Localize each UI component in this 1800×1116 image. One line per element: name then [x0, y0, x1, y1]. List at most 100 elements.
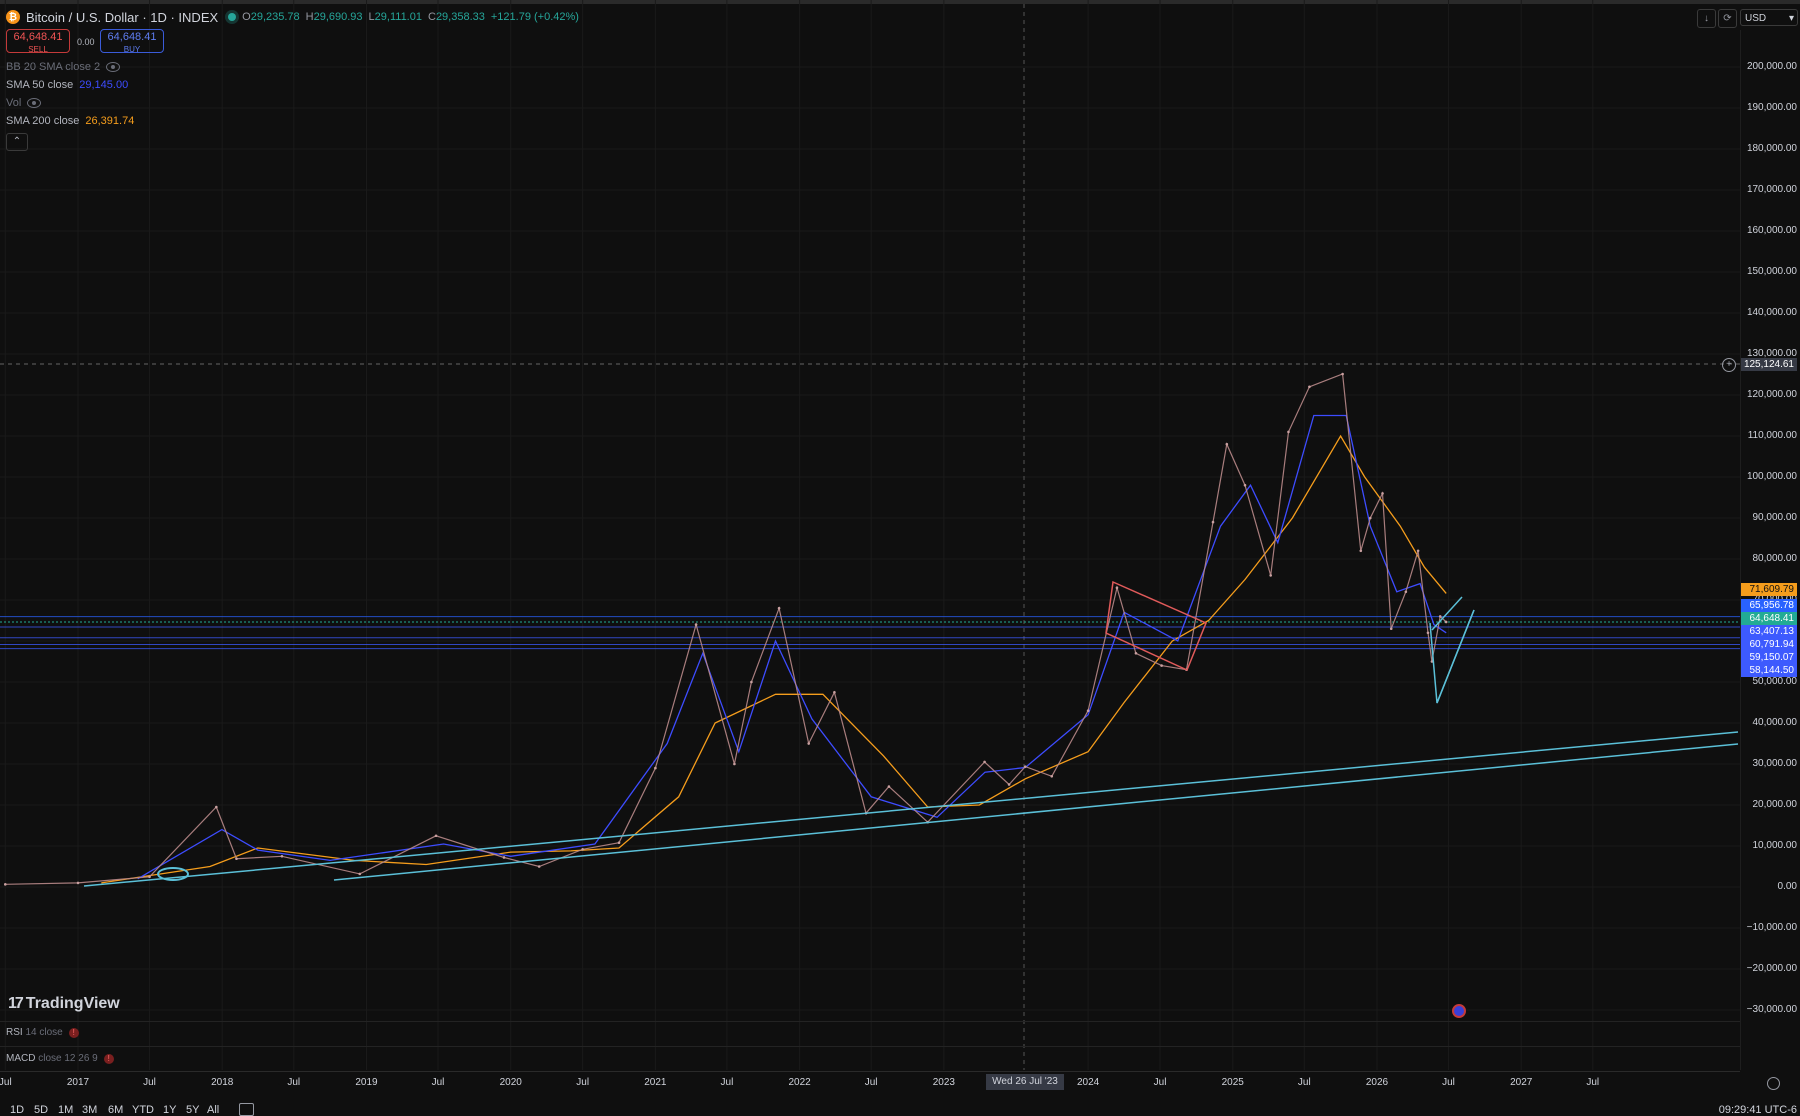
price-point	[358, 872, 362, 876]
refresh-icon[interactable]: ⟳	[1718, 9, 1737, 28]
trendline-upper	[83, 731, 1739, 887]
price-point	[1426, 631, 1430, 635]
logo-text: TradingView	[25, 995, 120, 1012]
crosshair-date-label: Wed 26 Jul '23	[986, 1074, 1064, 1090]
vol-label: Vol	[6, 97, 22, 109]
time-tick-label: Jul	[864, 1077, 878, 1088]
range-button[interactable]: 6M	[108, 1104, 123, 1116]
range-button[interactable]: 1M	[58, 1104, 73, 1116]
sma200-label: SMA 200 close	[6, 115, 80, 127]
range-button[interactable]: YTD	[132, 1104, 154, 1116]
price-point	[537, 865, 541, 868]
market-status-icon	[228, 13, 237, 21]
price-point	[750, 680, 753, 684]
time-tick-label: Jul	[287, 1077, 301, 1088]
time-tick-label: 2020	[499, 1077, 522, 1088]
price-tick-label: 200,000.00	[1746, 61, 1797, 72]
price-point	[1134, 652, 1138, 655]
rsi-pane-legend[interactable]: RSI 14 close !	[6, 1027, 79, 1038]
price-point	[1007, 783, 1011, 786]
price-tick-label: 100,000.00	[1746, 471, 1797, 482]
price-point	[1381, 492, 1384, 495]
eye-hidden-icon[interactable]	[106, 62, 121, 72]
range-button[interactable]: All	[207, 1104, 219, 1116]
price-point	[1225, 442, 1229, 446]
price-tick-label: −30,000.00	[1746, 1004, 1797, 1015]
time-tick-label: 2026	[1365, 1077, 1389, 1088]
price-tick-label: 40,000.00	[1752, 717, 1798, 728]
time-tick-label: Jul	[1297, 1077, 1311, 1088]
price-point	[694, 623, 698, 626]
symbol-title[interactable]: Bitcoin / U.S. Dollar · 1D · INDEX	[26, 10, 218, 25]
range-button[interactable]: 1D	[10, 1104, 24, 1116]
price-point	[1416, 549, 1420, 553]
price-point	[1115, 586, 1119, 589]
price-tick-label: 150,000.00	[1746, 266, 1797, 277]
indicator-sma50[interactable]: SMA 50 close 29,145.00	[6, 79, 128, 91]
price-tick-label: −10,000.00	[1746, 922, 1797, 933]
buy-label: BUY	[123, 45, 141, 54]
price-marker-label: 60,791.94	[1741, 638, 1797, 651]
price-point	[654, 766, 657, 770]
price-tick-label: 140,000.00	[1746, 307, 1797, 318]
pane-separator[interactable]	[0, 1021, 1740, 1022]
range-button[interactable]: 5Y	[186, 1104, 199, 1116]
chart-grid	[0, 0, 1740, 1070]
time-tick-label: 2022	[788, 1077, 811, 1088]
price-line	[5, 373, 1447, 885]
time-tick-label: 2021	[644, 1077, 667, 1088]
price-tick-label: −20,000.00	[1746, 963, 1797, 974]
price-tick-label: 20,000.00	[1752, 799, 1798, 810]
event-flag-icon[interactable]	[1452, 1004, 1466, 1018]
bitcoin-icon: ₿	[6, 10, 20, 24]
range-button[interactable]: 5D	[34, 1104, 48, 1116]
gear-icon[interactable]	[1767, 1077, 1780, 1090]
drawings	[83, 580, 1739, 887]
sell-button[interactable]: 64,648.41 SELL	[6, 29, 70, 54]
price-point	[1050, 775, 1054, 778]
price-point	[1438, 615, 1442, 618]
indicator-sma200[interactable]: SMA 200 close 26,391.74	[6, 115, 134, 127]
warning-icon[interactable]: !	[103, 1053, 114, 1064]
price-point	[1341, 372, 1344, 376]
warning-icon[interactable]: !	[68, 1027, 79, 1038]
price-chart[interactable]	[0, 0, 1740, 1070]
download-icon[interactable]: ↓	[1697, 9, 1716, 28]
tradingview-logo[interactable]: 17 TradingView	[8, 995, 120, 1013]
price-marker-label: 58,144.50	[1741, 664, 1797, 677]
macd-label: MACD close 12 26 9	[6, 1053, 98, 1064]
range-button[interactable]: 1Y	[163, 1104, 176, 1116]
time-tick-label: Jul	[1153, 1077, 1167, 1088]
price-point	[1086, 709, 1090, 712]
buy-button[interactable]: 64,648.41 BUY	[100, 29, 164, 54]
price-tick-label: 170,000.00	[1746, 184, 1797, 195]
rectangle-pattern	[1105, 580, 1207, 672]
price-point	[434, 834, 438, 838]
price-tick-label: 30,000.00	[1752, 758, 1798, 769]
collapse-legend-button[interactable]: ⌃	[6, 133, 28, 151]
price-point	[581, 847, 584, 851]
pane-separator[interactable]	[0, 1046, 1740, 1047]
macd-pane-legend[interactable]: MACD close 12 26 9 !	[6, 1053, 114, 1064]
indicator-vol[interactable]: Vol	[6, 97, 42, 109]
time-tick-label: 2018	[211, 1077, 234, 1088]
price-marker-label: 63,407.13	[1741, 625, 1797, 638]
price-marker-label: 59,150.07	[1741, 651, 1797, 664]
add-alert-icon[interactable]: +	[1722, 358, 1736, 372]
price-point	[617, 841, 621, 845]
buy-price: 64,648.41	[107, 31, 157, 43]
calendar-icon[interactable]	[239, 1103, 254, 1116]
price-point	[833, 690, 836, 694]
time-axis-border	[0, 1071, 1740, 1072]
range-button[interactable]: 3M	[82, 1104, 97, 1116]
price-tick-label: 110,000.00	[1747, 430, 1797, 441]
indicator-bb[interactable]: BB 20 SMA close 2	[6, 61, 121, 73]
sell-price: 64,648.41	[13, 31, 63, 43]
eye-hidden-icon[interactable]	[27, 98, 42, 108]
price-point	[1444, 620, 1448, 624]
currency-value: USD	[1745, 13, 1767, 24]
price-point	[887, 785, 891, 788]
price-point	[733, 762, 736, 766]
currency-select[interactable]: USD ▾	[1740, 9, 1798, 26]
sma200-line	[101, 434, 1447, 884]
